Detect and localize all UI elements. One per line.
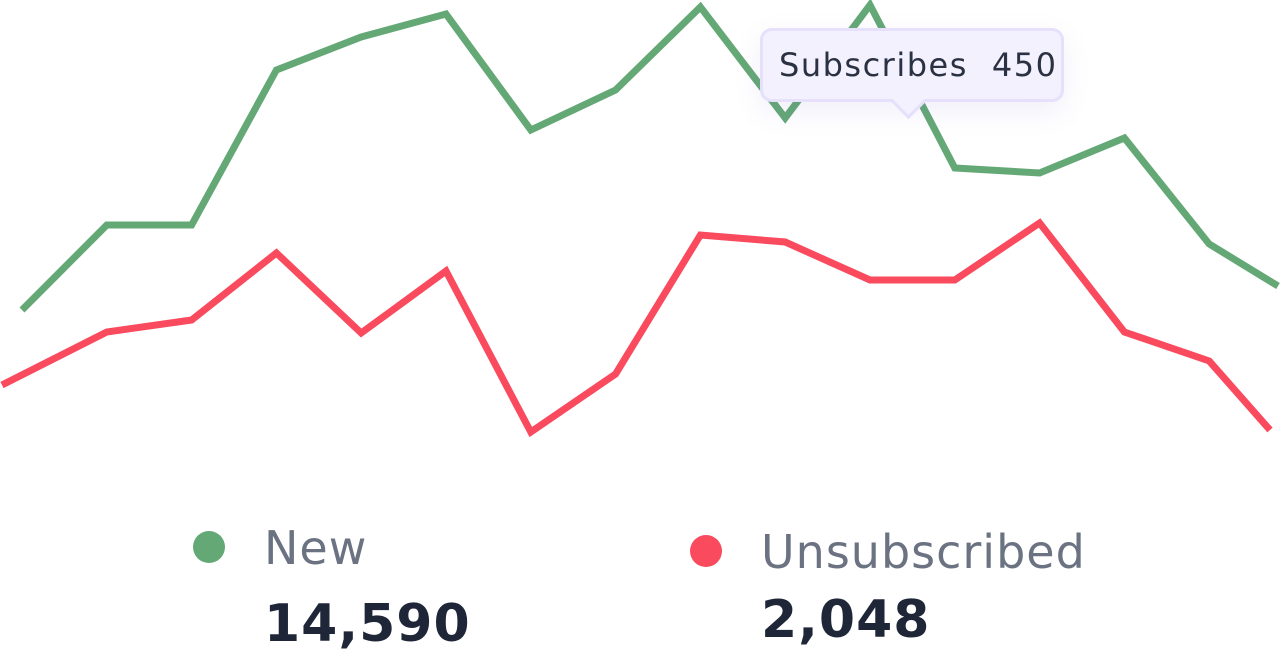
chart-tooltip: Subscribes 450	[760, 28, 1064, 120]
legend-value-new: 14,590	[264, 594, 471, 654]
legend-label-new: New	[264, 521, 368, 575]
tooltip-label: Subscribes	[779, 46, 968, 84]
legend-dot-new	[193, 531, 225, 563]
series-line-unsubscribed	[0, 218, 1273, 438]
legend-label-unsubscribed: Unsubscribed	[761, 525, 1086, 579]
legend-value-unsubscribed: 2,048	[761, 590, 931, 650]
tooltip-value: 450	[991, 46, 1058, 84]
line-chart	[0, 0, 1280, 438]
series-line-new	[19, 0, 1280, 313]
series-layer	[0, 0, 1280, 438]
legend-dot-unsubscribed	[690, 535, 722, 567]
